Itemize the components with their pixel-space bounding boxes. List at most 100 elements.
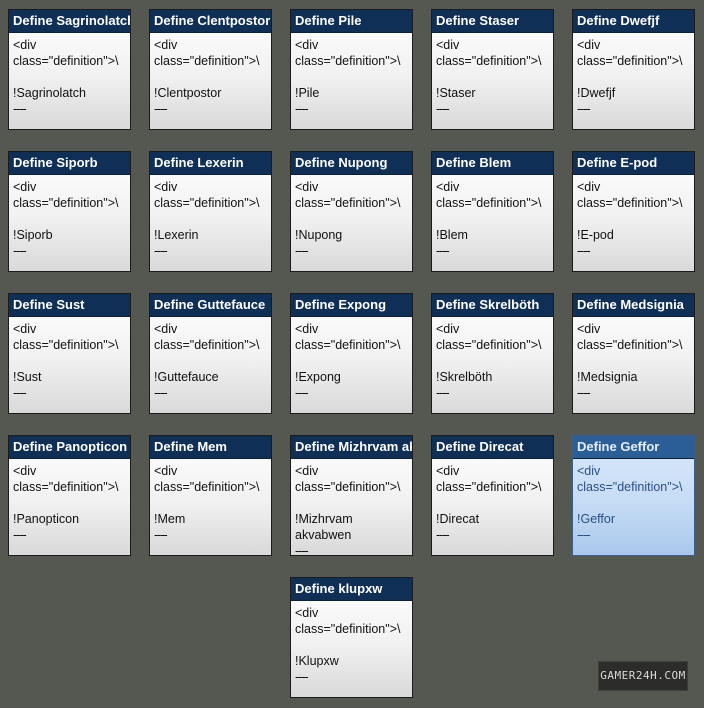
card-code-line: <div xyxy=(295,38,319,52)
card-body: <div class="definition">\ !Staser ---- xyxy=(432,33,553,117)
card-code-line: class="definition">\ xyxy=(154,54,260,68)
card-separator: ---- xyxy=(577,528,591,542)
card-code-line: <div xyxy=(436,180,460,194)
card-title: Define Panopticon xyxy=(9,436,130,459)
card-term: !Direcat xyxy=(436,512,480,526)
card-term: !Mizhrvam akvabwen xyxy=(295,512,353,542)
definition-card[interactable]: Define Panopticon <div class="definition">… xyxy=(8,435,131,556)
card-body: <div class="definition">\ !Pile ---- xyxy=(291,33,412,117)
card-term: !Geffor xyxy=(577,512,615,526)
card-body: <div class="definition">\ !Dwefjf ---- xyxy=(573,33,694,117)
definition-card[interactable]: Define klupxw <div class="definition">\ !Kl… xyxy=(290,577,413,698)
card-code-line: class="definition">\ xyxy=(295,480,401,494)
card-term: !Staser xyxy=(436,86,476,100)
card-separator: ---- xyxy=(295,670,309,684)
definition-card[interactable]: Define Medsignia <div class="definition">\… xyxy=(572,293,695,414)
card-code-line: class="definition">\ xyxy=(577,196,683,210)
card-separator: ---- xyxy=(436,386,450,400)
card-body: <div class="definition">\ !Skrelböth ---- xyxy=(432,317,553,401)
card-code-line: class="definition">\ xyxy=(295,622,401,636)
card-code-line: class="definition">\ xyxy=(13,480,119,494)
definition-card[interactable]: Define Mizhrvam akvabwen <div class="defin… xyxy=(290,435,413,556)
card-code-line: <div xyxy=(13,464,37,478)
card-body: <div class="definition">\ !Klupxw ---- xyxy=(291,601,412,685)
card-body: <div class="definition">\ !Geffor ---- xyxy=(573,459,694,543)
card-separator: ---- xyxy=(295,244,309,258)
definition-card[interactable]: Define E-pod <div class="definition">\ !E-p… xyxy=(572,151,695,272)
card-body: <div class="definition">\ !Siporb ---- xyxy=(9,175,130,259)
card-code-line: <div xyxy=(577,38,601,52)
definition-card[interactable]: Define Skrelböth <div class="definition">\… xyxy=(431,293,554,414)
card-code-line: <div xyxy=(295,322,319,336)
definition-card[interactable]: Define Direcat <div class="definition">\ !D… xyxy=(431,435,554,556)
card-term: !Clentpostor xyxy=(154,86,222,100)
card-separator: ---- xyxy=(436,244,450,258)
card-code-line: <div xyxy=(436,322,460,336)
card-separator: ---- xyxy=(436,102,450,116)
card-body: <div class="definition">\ !Blem ---- xyxy=(432,175,553,259)
card-title: Define Clentpostor xyxy=(150,10,271,33)
definition-card[interactable]: Define Lexerin <div class="definition">\ !L… xyxy=(149,151,272,272)
card-title: Define Blem xyxy=(432,152,553,175)
card-term: !Mem xyxy=(154,512,186,526)
definition-card[interactable]: Define Dwefjf <div class="definition">\ !Dw… xyxy=(572,9,695,130)
card-separator: ---- xyxy=(154,386,168,400)
definition-card[interactable]: Define Expong <div class="definition">\ !Ex… xyxy=(290,293,413,414)
card-body: <div class="definition">\ !Sust ---- xyxy=(9,317,130,401)
card-term: !Dwefjf xyxy=(577,86,616,100)
definition-card[interactable]: Define Nupong <div class="definition">\ !Nu… xyxy=(290,151,413,272)
card-term: !Sagrinolatch xyxy=(13,86,86,100)
card-title: Define Dwefjf xyxy=(573,10,694,33)
definition-card[interactable]: Define Siporb <div class="definition">\ !Si… xyxy=(8,151,131,272)
card-term: !Pile xyxy=(295,86,320,100)
card-term: !Expong xyxy=(295,370,341,384)
card-separator: ---- xyxy=(577,102,591,116)
card-term: !Medsignia xyxy=(577,370,638,384)
card-code-line: <div xyxy=(577,322,601,336)
card-code-line: <div xyxy=(154,38,178,52)
card-code-line: class="definition">\ xyxy=(436,54,542,68)
definition-card[interactable]: Define Sagrinolatch <div class="definition… xyxy=(8,9,131,130)
card-body: <div class="definition">\ !Mizhrvam akvabw… xyxy=(291,459,412,555)
card-body: <div class="definition">\ !Panopticon ---- xyxy=(9,459,130,543)
definition-card[interactable]: Define Guttefauce <div class="definition">… xyxy=(149,293,272,414)
definition-card[interactable]: Define Pile <div class="definition">\ !Pile… xyxy=(290,9,413,130)
card-title: Define Sagrinolatch xyxy=(9,10,130,33)
card-code-line: <div xyxy=(577,464,601,478)
card-separator: ---- xyxy=(436,528,450,542)
card-title: Define klupxw xyxy=(291,578,412,601)
card-code-line: <div xyxy=(13,322,37,336)
card-title: Define Mizhrvam akvabwen xyxy=(291,436,412,459)
card-title: Define Staser xyxy=(432,10,553,33)
card-code-line: <div xyxy=(154,322,178,336)
card-code-line: class="definition">\ xyxy=(154,196,260,210)
card-code-line: <div xyxy=(295,180,319,194)
card-separator: ---- xyxy=(13,386,27,400)
card-code-line: <div xyxy=(13,38,37,52)
definition-card-grid: Define Sagrinolatch <div class="definition… xyxy=(8,9,695,698)
card-code-line: <div xyxy=(295,464,319,478)
card-title: Define Mem xyxy=(150,436,271,459)
definition-card[interactable]: Define Clentpostor <div class="definition"… xyxy=(149,9,272,130)
card-code-line: <div xyxy=(154,180,178,194)
card-title: Define Geffor xyxy=(573,436,694,459)
card-code-line: class="definition">\ xyxy=(436,196,542,210)
card-code-line: class="definition">\ xyxy=(295,196,401,210)
definition-card[interactable]: Define Sust <div class="definition">\ !Sust… xyxy=(8,293,131,414)
definition-card[interactable]: Define Staser <div class="definition">\ !St… xyxy=(431,9,554,130)
card-title: Define Guttefauce xyxy=(150,294,271,317)
card-body: <div class="definition">\ !Sagrinolatch ---… xyxy=(9,33,130,117)
card-term: !Guttefauce xyxy=(154,370,219,384)
card-term: !Siporb xyxy=(13,228,53,242)
card-title: Define Expong xyxy=(291,294,412,317)
card-separator: ---- xyxy=(577,386,591,400)
card-separator: ---- xyxy=(154,528,168,542)
definition-card[interactable]: Define Blem <div class="definition">\ !Blem… xyxy=(431,151,554,272)
card-code-line: class="definition">\ xyxy=(154,480,260,494)
card-term: !Lexerin xyxy=(154,228,199,242)
definition-card-selected[interactable]: Define Geffor <div class="definition">\ !Ge… xyxy=(572,435,695,556)
card-separator: ---- xyxy=(13,244,27,258)
card-code-line: <div xyxy=(436,38,460,52)
card-code-line: class="definition">\ xyxy=(436,480,542,494)
definition-card[interactable]: Define Mem <div class="definition">\ !Mem --… xyxy=(149,435,272,556)
